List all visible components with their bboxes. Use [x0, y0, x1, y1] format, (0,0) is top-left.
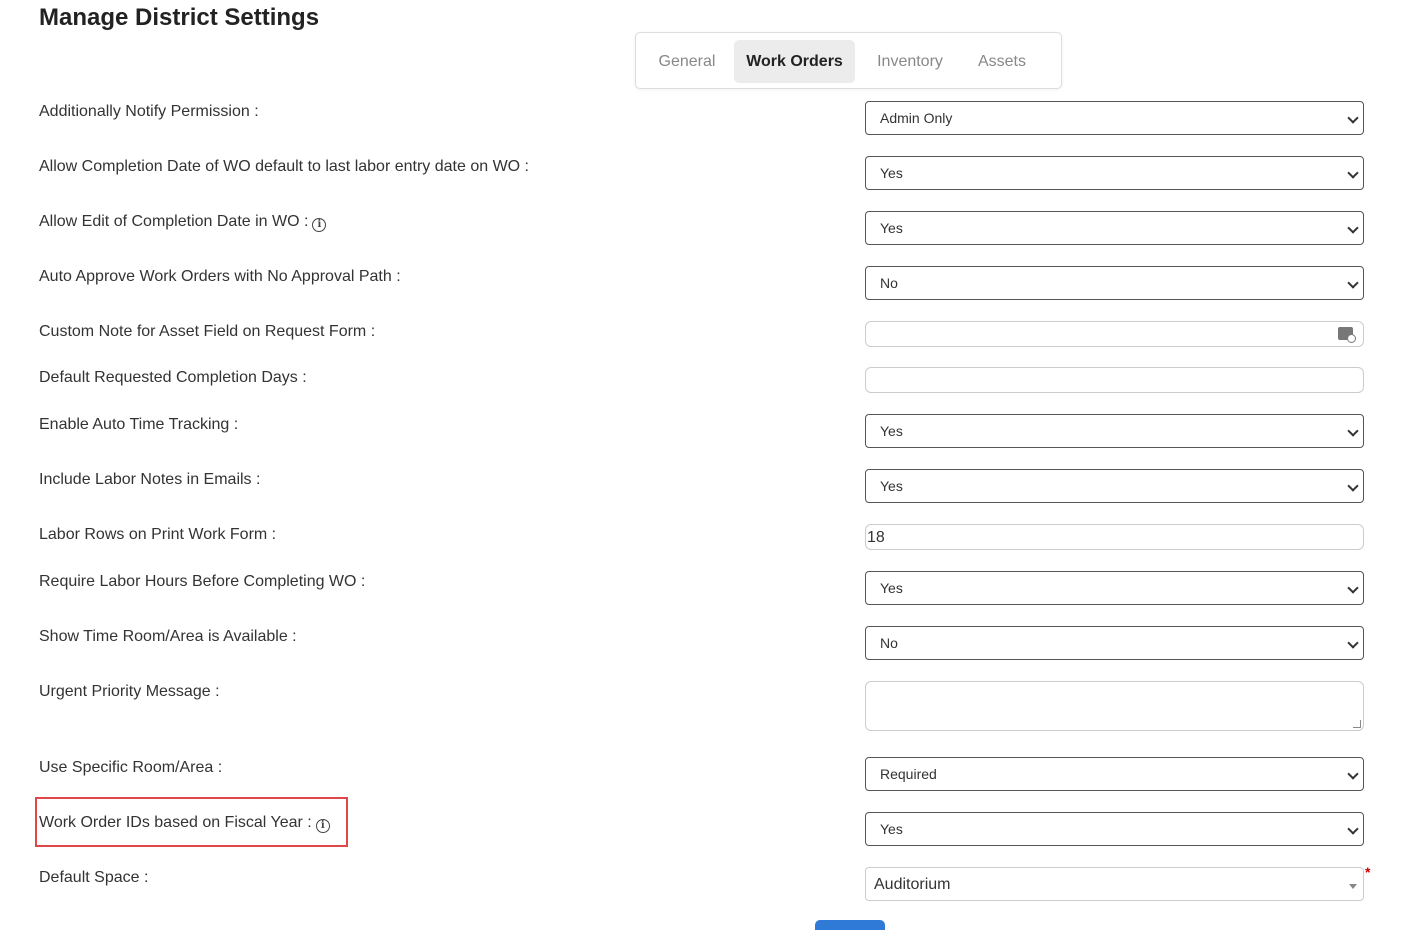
chevron-down-icon: [1347, 768, 1359, 780]
show-time-room-label: Show Time Room/Area is Available :: [39, 628, 297, 645]
custom-note-asset-label: Custom Note for Asset Field on Request F…: [39, 323, 376, 340]
labor-notes-emails-select[interactable]: Yes: [865, 469, 1364, 503]
caret-down-icon: [1349, 884, 1357, 889]
chevron-down-icon: [1347, 112, 1359, 124]
settings-tabs: General Work Orders Inventory Assets: [635, 32, 1062, 89]
show-time-room-select[interactable]: No: [865, 626, 1364, 660]
fiscal-year-ids-select[interactable]: Yes: [865, 812, 1364, 846]
chevron-down-icon: [1347, 277, 1359, 289]
auto-approve-select[interactable]: No: [865, 266, 1364, 300]
urgent-priority-message-label: Urgent Priority Message :: [39, 683, 220, 700]
edit-completion-date-select[interactable]: Yes: [865, 211, 1364, 245]
save-button[interactable]: [815, 920, 885, 930]
fiscal-year-ids-label: Work Order IDs based on Fiscal Year :i: [39, 814, 330, 833]
labor-rows-print-input[interactable]: 18: [865, 524, 1364, 550]
page-title: Manage District Settings: [39, 4, 320, 31]
chevron-down-icon: [1347, 480, 1359, 492]
default-completion-days-label: Default Requested Completion Days :: [39, 369, 307, 386]
require-labor-hours-label: Require Labor Hours Before Completing WO…: [39, 573, 366, 590]
chevron-down-icon: [1347, 167, 1359, 179]
auto-time-tracking-label: Enable Auto Time Tracking :: [39, 416, 239, 433]
urgent-priority-message-textarea[interactable]: [865, 681, 1364, 731]
chevron-down-icon: [1347, 222, 1359, 234]
chevron-down-icon: [1347, 823, 1359, 835]
additionally-notify-select[interactable]: Admin Only: [865, 101, 1364, 135]
keyboard-icon[interactable]: [1338, 327, 1356, 343]
tab-inventory[interactable]: Inventory: [864, 40, 956, 83]
labor-rows-print-label: Labor Rows on Print Work Form :: [39, 526, 277, 543]
info-circle-icon[interactable]: i: [315, 819, 330, 833]
auto-approve-label: Auto Approve Work Orders with No Approva…: [39, 268, 401, 285]
auto-time-tracking-select[interactable]: Yes: [865, 414, 1364, 448]
tab-general[interactable]: General: [646, 40, 728, 83]
chevron-down-icon: [1347, 582, 1359, 594]
specific-room-area-select[interactable]: Required: [865, 757, 1364, 791]
info-circle-icon[interactable]: i: [312, 218, 327, 232]
additionally-notify-label: Additionally Notify Permission :: [39, 103, 259, 120]
edit-completion-date-label: Allow Edit of Completion Date in WO :i: [39, 213, 327, 232]
specific-room-area-label: Use Specific Room/Area :: [39, 759, 223, 776]
require-labor-hours-select[interactable]: Yes: [865, 571, 1364, 605]
labor-notes-emails-label: Include Labor Notes in Emails :: [39, 471, 261, 488]
default-space-combobox[interactable]: Auditorium: [865, 867, 1364, 901]
custom-note-asset-input[interactable]: [865, 321, 1364, 347]
completion-date-default-select[interactable]: Yes: [865, 156, 1364, 190]
chevron-down-icon: [1347, 637, 1359, 649]
required-asterisk: *: [1365, 864, 1371, 880]
chevron-down-icon: [1347, 425, 1359, 437]
tab-assets[interactable]: Assets: [964, 40, 1040, 83]
default-space-label: Default Space :: [39, 869, 149, 886]
completion-date-default-label: Allow Completion Date of WO default to l…: [39, 158, 529, 175]
default-completion-days-input[interactable]: [865, 367, 1364, 393]
tab-work-orders[interactable]: Work Orders: [734, 40, 855, 83]
resize-handle-icon[interactable]: [1353, 720, 1361, 728]
